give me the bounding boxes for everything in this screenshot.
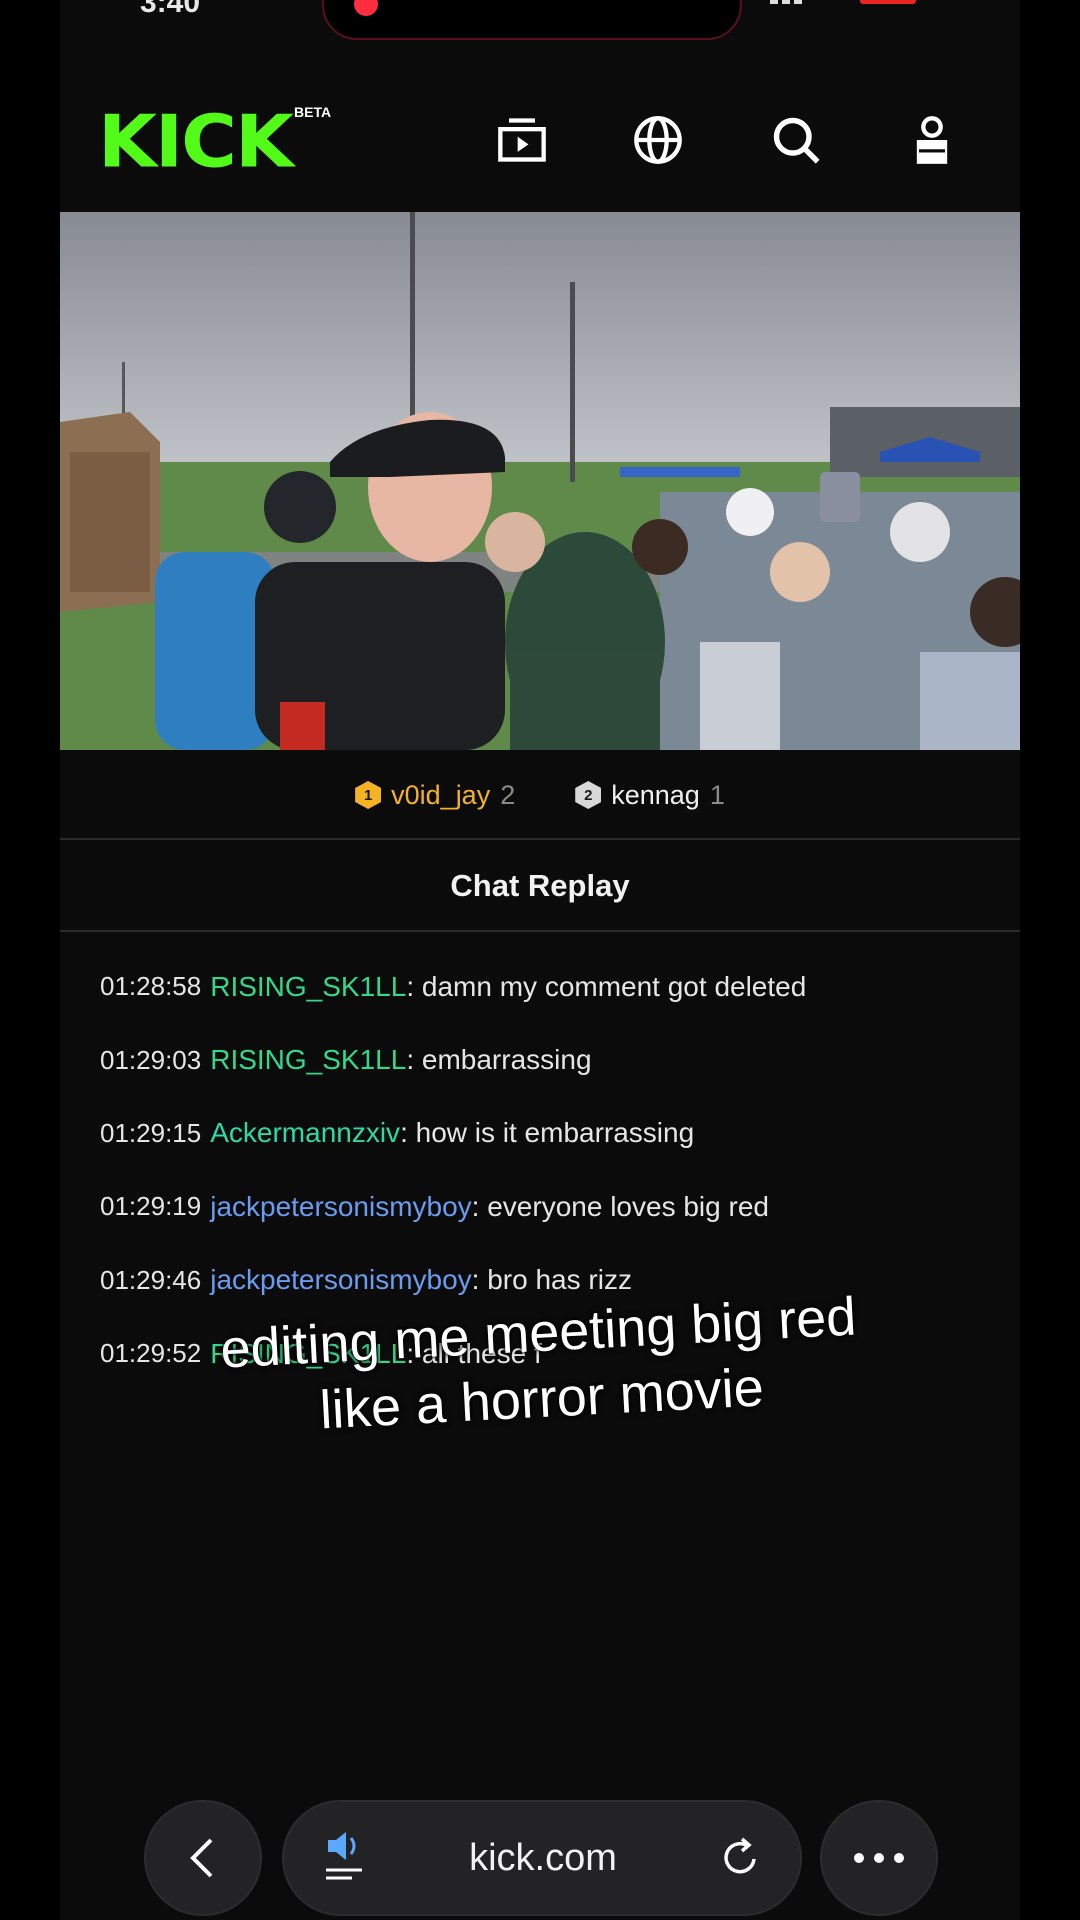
message-time: 01:29:15 [100, 1117, 202, 1148]
rank-1-badge-icon: 1 [355, 781, 382, 809]
globe-icon[interactable] [628, 110, 688, 170]
leader-count: 1 [709, 779, 725, 810]
message-text: embarrassing [421, 1044, 592, 1076]
browse-icon[interactable] [492, 110, 552, 170]
message-text: bro has rizz [487, 1264, 632, 1296]
address-bar[interactable]: kick.com [282, 1800, 802, 1916]
divider [60, 838, 1020, 840]
message-user[interactable]: RISING_SK1LL [210, 971, 406, 1003]
status-time: 3:40 [140, 0, 201, 19]
message-text: how is it embarrassing [415, 1117, 695, 1149]
message-user[interactable]: jackpetersonismyboy [210, 1191, 471, 1223]
message-user[interactable]: Ackermannzxiv [210, 1117, 400, 1149]
message-time: 01:28:58 [100, 971, 202, 1002]
battery-icon [860, 0, 916, 4]
status-icons [770, 0, 930, 8]
leader-item[interactable]: 1 v0id_jay 2 [355, 780, 515, 811]
message-user[interactable]: jackpetersonismyboy [210, 1264, 471, 1296]
message-time: 01:29:03 [100, 1044, 202, 1075]
divider [60, 930, 1020, 932]
chat-message: 01:28:58 RISING_SK1LL: damn my comment g… [100, 970, 807, 1003]
leaderboard: 1 v0id_jay 2 2 kennag 1 [60, 750, 1020, 840]
leader-count: 2 [500, 779, 516, 810]
chat-message: 01:29:15 Ackermannzxiv: how is it embarr… [100, 1117, 695, 1149]
beta-badge: BETA [294, 104, 332, 120]
leader-item[interactable]: 2 kennag 1 [575, 780, 725, 811]
message-text: everyone loves big red [487, 1190, 769, 1222]
reader-speaker-icon[interactable] [322, 1830, 366, 1886]
message-time: 01:29:46 [100, 1264, 202, 1295]
status-bar: 3:40 [60, 0, 1020, 40]
more-button[interactable] [820, 1800, 938, 1916]
url-text[interactable]: kick.com [469, 1837, 617, 1880]
reload-icon[interactable] [720, 1837, 762, 1879]
chat-message: 01:29:03 RISING_SK1LL: embarrassing [100, 1044, 592, 1076]
leader-name: v0id_jay [391, 779, 491, 810]
back-button[interactable] [144, 1800, 262, 1916]
kick-logo[interactable]: KICK [98, 105, 294, 178]
chat-title: Chat Replay [450, 868, 630, 903]
phone-screen: 3:40 KICK BETA 1 v0id_jay 2 2 kennag 1 C… [60, 0, 1020, 1920]
site-header: KICK BETA [60, 70, 1020, 210]
message-user[interactable]: RISING_SK1LL [210, 1044, 406, 1076]
search-icon[interactable] [766, 110, 826, 170]
video-player[interactable] [60, 212, 1020, 750]
message-time: 01:29:19 [100, 1191, 202, 1222]
leader-name: kennag [611, 779, 700, 810]
message-text: damn my comment got deleted [421, 970, 807, 1002]
user-icon[interactable] [902, 110, 962, 170]
chevron-left-icon [190, 1838, 213, 1878]
chat-message: 01:29:19 jackpetersonismyboy: everyone l… [100, 1190, 769, 1223]
more-icon [854, 1853, 904, 1863]
rank-2-badge-icon: 2 [575, 781, 602, 809]
dynamic-island [322, 0, 742, 40]
recording-indicator-icon [354, 0, 378, 16]
